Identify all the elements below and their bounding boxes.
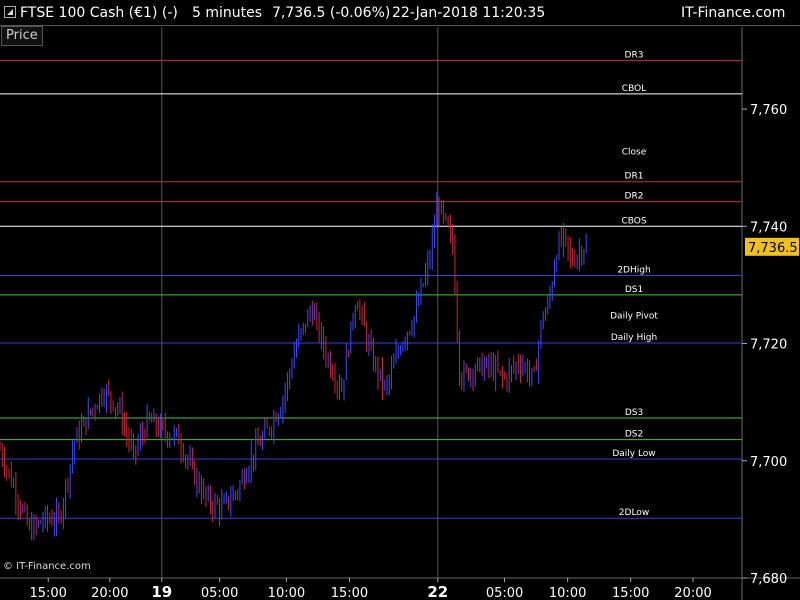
level-label-daily-low: Daily Low: [612, 449, 655, 459]
level-label-dr3: DR3: [625, 50, 644, 60]
y-tick-label: 7,720: [750, 338, 787, 353]
plot-area[interactable]: [0, 27, 742, 578]
x-tick-label: 20:00: [674, 586, 711, 600]
level-label-daily-high: Daily High: [611, 333, 657, 343]
level-label-ds2: DS2: [625, 430, 643, 440]
panel-label: Price: [1, 26, 43, 46]
x-tick-label: 15:00: [331, 586, 368, 600]
level-label-close: Close: [622, 148, 647, 158]
y-tick-label: 7,760: [750, 103, 787, 118]
copyright-text: © IT-Finance.com: [3, 561, 91, 572]
x-tick-label: 10:00: [268, 586, 305, 600]
y-tick-label: 7,740: [750, 220, 787, 235]
level-label-dr2: DR2: [625, 192, 644, 202]
y-tick-label: 7,700: [750, 455, 787, 470]
x-tick-label: 10:00: [549, 586, 586, 600]
level-label-cbol: CBOL: [622, 84, 646, 94]
x-tick-label: 15:00: [29, 586, 66, 600]
level-label-daily-pivot: Daily Pivot: [610, 311, 658, 321]
x-tick-label: 20:00: [91, 586, 128, 600]
level-label-dr1: DR1: [625, 172, 644, 182]
x-tick-label: 05:00: [201, 586, 238, 600]
level-label-ds3: DS3: [625, 408, 643, 418]
last-price-label: 7,736.5: [748, 241, 798, 256]
x-tick-label: 15:00: [612, 586, 649, 600]
level-label-ds1: DS1: [625, 285, 643, 295]
level-label-cbos: CBOS: [621, 216, 646, 226]
price-chart[interactable]: DR3 CBOL Close DR1 DR2 CBOS 2DHigh DS1 Daily Piv…: [0, 0, 800, 600]
x-tick-label: 05:00: [486, 586, 523, 600]
y-tick-label: 7,680: [750, 572, 787, 587]
x-tick-label: 19: [151, 583, 172, 600]
level-label-2dlow: 2DLow: [619, 508, 649, 518]
level-label-2dhigh: 2DHigh: [617, 266, 650, 276]
x-tick-label: 22: [427, 583, 448, 600]
